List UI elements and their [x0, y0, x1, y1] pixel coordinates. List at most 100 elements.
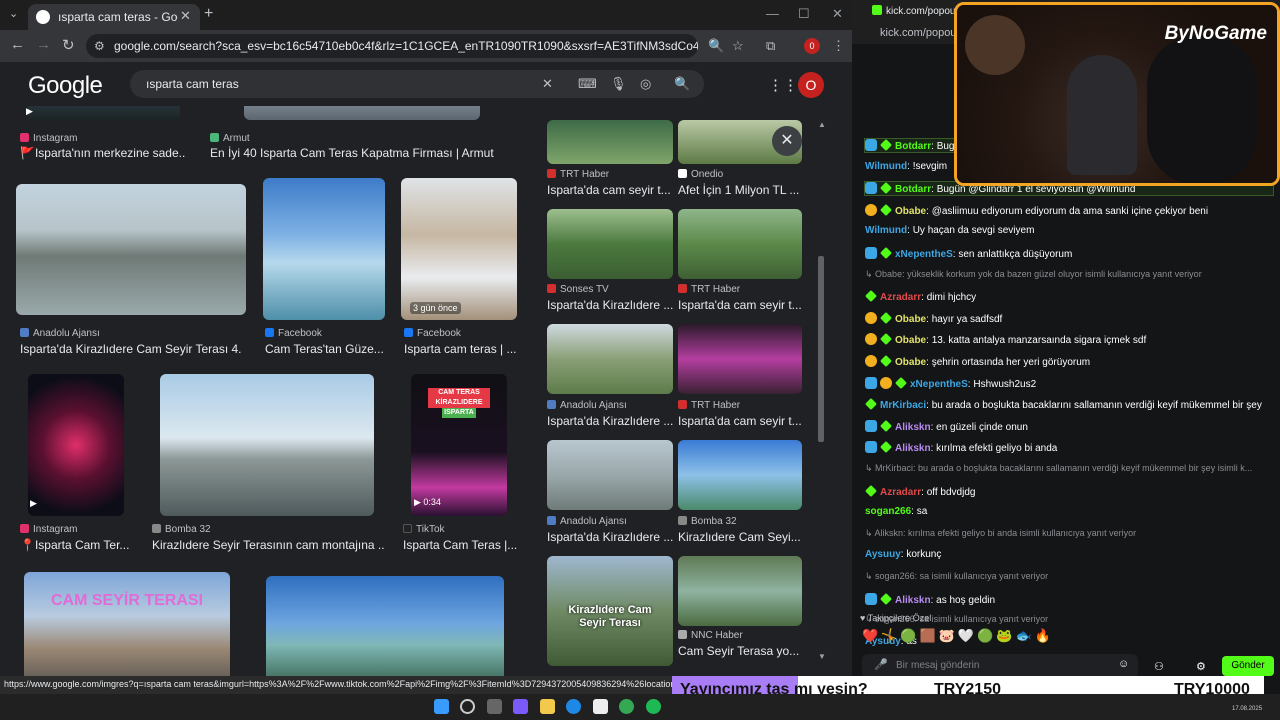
result-caption[interactable]: 🚩Isparta'nın merkezine sade... — [20, 146, 186, 160]
start-icon[interactable] — [434, 699, 449, 714]
chat-message[interactable]: Azradarr: off bdvdjdg — [865, 485, 1273, 498]
chat-username[interactable]: Obabe — [895, 314, 926, 325]
chat-username[interactable]: Alikskn — [895, 595, 931, 606]
account-avatar[interactable]: O — [798, 72, 824, 98]
chat-message[interactable]: Obabe: hayır ya sadfsdf — [865, 312, 1273, 325]
result-image[interactable] — [28, 374, 124, 516]
related-caption[interactable]: Kirazlıdere Cam Seyi... — [678, 530, 804, 544]
chat-message[interactable]: Alikskn: en güzeli çinde onun — [865, 420, 1273, 433]
chat-username[interactable]: Botdarr — [895, 141, 931, 152]
store-icon[interactable] — [593, 699, 608, 714]
browser-tab[interactable]: ısparta cam teras - Google'da Ara ✕ — [28, 4, 200, 30]
related-caption[interactable]: Afet İçin 1 Milyon TL ... — [678, 183, 804, 197]
chat-username[interactable]: Azradarr — [880, 487, 921, 498]
zoom-icon[interactable]: 🔍 — [708, 38, 724, 54]
taskbar-search-icon[interactable] — [460, 699, 475, 714]
result-caption[interactable]: Kirazlıdere Seyir Terasının cam montajın… — [152, 538, 384, 552]
chat-username[interactable]: Wilmund — [865, 225, 907, 236]
result-image[interactable] — [266, 576, 504, 676]
chat-username[interactable]: xNepentheS — [910, 379, 968, 390]
emoji-icon[interactable]: ☺ — [1118, 658, 1129, 670]
result-image[interactable] — [263, 178, 385, 320]
clear-search-icon[interactable]: ✕ — [542, 76, 553, 92]
lens-icon[interactable]: ◎ — [640, 76, 651, 92]
send-button[interactable]: Gönder — [1222, 656, 1274, 676]
chrome-icon[interactable] — [619, 699, 634, 714]
chat-settings-icon[interactable]: ⚙ — [1196, 660, 1206, 673]
chat-message[interactable]: Wilmund: Uy haçan da sevgi seviyem — [865, 225, 1273, 236]
google-logo[interactable]: Google — [28, 72, 103, 100]
related-caption[interactable]: Cam Seyir Terasa yo... — [678, 644, 804, 658]
chat-message[interactable]: xNepentheS: Hshwush2us2 — [865, 377, 1273, 390]
chat-username[interactable]: Obabe — [895, 335, 926, 346]
chat-username[interactable]: Alikskn — [895, 422, 931, 433]
back-icon[interactable]: ← — [10, 36, 25, 53]
mic-icon[interactable]: 🎤 — [874, 658, 888, 671]
chat-message[interactable]: Alikskn: as hoş geldin — [865, 593, 1273, 606]
chat-message[interactable]: Alikskn: kırılma efekti geliyo bi anda — [865, 441, 1273, 454]
file-explorer-icon[interactable] — [540, 699, 555, 714]
related-image[interactable] — [547, 120, 673, 164]
keyboard-icon[interactable]: ⌨ — [578, 76, 597, 92]
related-image[interactable] — [678, 209, 802, 279]
window-close-icon[interactable]: ✕ — [832, 6, 843, 22]
chat-username[interactable]: Obabe — [895, 206, 926, 217]
related-caption[interactable]: Isparta'da cam seyir t... — [547, 183, 673, 197]
chat-message-input[interactable]: 🎤 Bir mesaj gönderin ☺ — [862, 654, 1138, 678]
bookmark-star-icon[interactable]: ☆ — [732, 38, 744, 54]
related-caption[interactable]: Isparta'da cam seyir t... — [678, 414, 804, 428]
chat-message[interactable]: Aysuuy: korkunç — [865, 549, 1273, 560]
chat-username[interactable]: Botdarr — [895, 184, 931, 195]
related-image[interactable] — [678, 324, 802, 394]
forward-icon[interactable]: → — [36, 36, 51, 53]
close-panel-icon[interactable]: ✕ — [772, 126, 802, 156]
chat-message[interactable]: Obabe: şehrin ortasında her yeri görüyor… — [865, 355, 1273, 368]
google-search-box[interactable]: ısparta cam teras ✕ ⌨ 🎙 ◎ 🔍 — [130, 70, 704, 98]
related-image[interactable] — [678, 440, 802, 510]
chat-username[interactable]: Alikskn — [895, 443, 931, 454]
extension-badge[interactable]: 0 — [804, 38, 820, 54]
result-image[interactable] — [401, 178, 517, 320]
related-caption[interactable]: Isparta'da Kirazlıdere ... — [547, 414, 673, 428]
tab-close-icon[interactable]: ✕ — [180, 8, 191, 24]
related-image[interactable] — [678, 556, 802, 626]
chat-username[interactable]: Wilmund — [865, 161, 907, 172]
chat-message[interactable]: Obabe: 13. katta antalya manzarsaında si… — [865, 333, 1273, 346]
reload-icon[interactable]: ↻ — [62, 36, 75, 54]
result-image[interactable] — [16, 184, 246, 315]
related-image[interactable] — [547, 440, 673, 510]
related-image[interactable] — [547, 209, 673, 279]
search-query[interactable]: ısparta cam teras — [146, 77, 239, 91]
mic-icon[interactable]: 🎙 — [610, 76, 627, 92]
new-tab-icon[interactable]: + — [204, 5, 213, 23]
chat-username[interactable]: MrKirbaci — [880, 400, 926, 411]
related-caption[interactable]: Isparta'da cam seyir t... — [678, 298, 804, 312]
apps-grid-icon[interactable]: ⋮⋮ — [768, 76, 798, 94]
chat-username[interactable]: Azradarr — [880, 292, 921, 303]
chat-message[interactable]: xNepentheS: sen anlattıkça düşüyorum — [865, 247, 1273, 260]
chat-message[interactable]: sogan266: sa — [865, 506, 1273, 517]
site-info-icon[interactable]: ⚙ — [94, 39, 105, 53]
copilot-icon[interactable] — [513, 699, 528, 714]
result-caption[interactable]: Isparta'da Kirazlıdere Cam Seyir Terası … — [20, 342, 242, 356]
extensions-icon[interactable]: ⧉ — [766, 38, 775, 54]
result-image[interactable] — [28, 106, 180, 120]
points-icon[interactable]: ⚇ — [1154, 660, 1164, 673]
chat-username[interactable]: Aysuuy — [865, 549, 901, 560]
scrollbar-thumb[interactable] — [818, 256, 824, 442]
result-caption[interactable]: Isparta cam teras | ... — [404, 342, 520, 356]
minimize-icon[interactable]: — — [766, 6, 779, 21]
tab-search-icon[interactable]: ⌄ — [9, 7, 18, 20]
chat-message[interactable]: MrKirbaci: bu arada o boşlukta bacakları… — [865, 398, 1273, 411]
result-image[interactable] — [24, 572, 230, 676]
chat-username[interactable]: Obabe — [895, 357, 926, 368]
task-view-icon[interactable] — [487, 699, 502, 714]
spotify-icon[interactable] — [646, 699, 661, 714]
chat-username[interactable]: sogan266 — [865, 506, 911, 517]
chat-message[interactable]: Obabe: @asliimuu ediyorum ediyorum da am… — [865, 204, 1273, 217]
related-caption[interactable]: Isparta'da Kirazlıdere ... — [547, 298, 673, 312]
result-caption[interactable]: 📍Isparta Cam Ter... — [20, 538, 130, 552]
maximize-icon[interactable]: ☐ — [798, 6, 810, 22]
related-caption[interactable]: Isparta'da Kirazlıdere ... — [547, 530, 673, 544]
scroll-up-icon[interactable]: ▲ — [818, 120, 826, 129]
